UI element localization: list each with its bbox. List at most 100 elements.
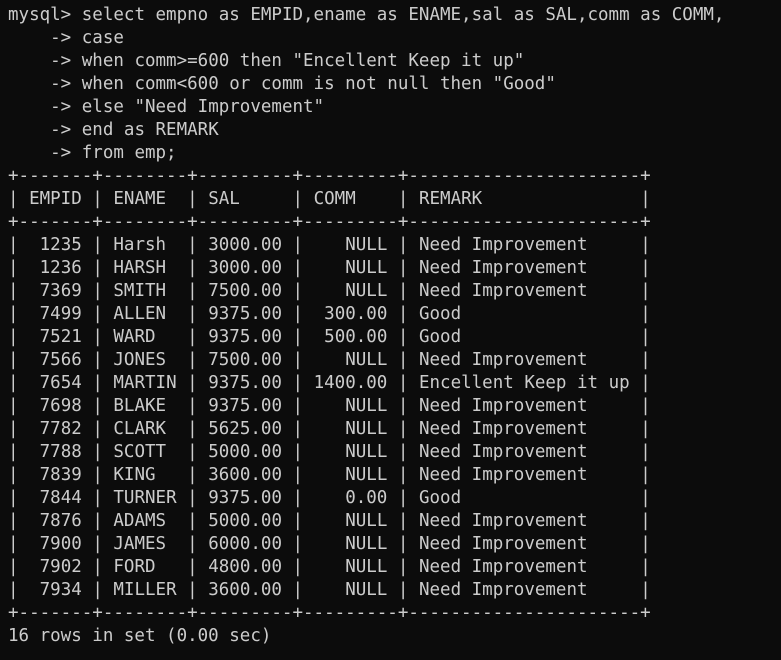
query-line: from emp; [81,143,177,163]
table-cell-ename: WARD [113,327,156,347]
table-cell-remark: Need Improvement [418,396,588,416]
table-row: | 7369 | SMITH | 7500.00 | NULL | Need I… [8,281,651,301]
table-cell-ename: CLARK [113,419,167,439]
table-row: | 7902 | FORD | 4800.00 | NULL | Need Im… [8,557,651,577]
table-cell-empid: 1236 [39,258,82,278]
table-row: | 7521 | WARD | 9375.00 | 500.00 | Good … [8,327,651,347]
table-cell-ename: MILLER [113,580,177,600]
table-row: | 7934 | MILLER | 3600.00 | NULL | Need … [8,580,651,600]
column-header-comm: COMM [313,189,356,209]
table-cell-ename: HARSH [113,258,167,278]
continuation-line: -> from emp; [8,142,781,165]
table-cell-empid: 7782 [39,419,82,439]
table-cell-empid: 1235 [39,235,82,255]
table-cell-comm: NULL [345,281,388,301]
continuation-line: -> else "Need Improvement" [8,96,781,119]
table-cell-remark: Good [418,488,462,508]
table-cell-ename: KING [113,465,156,485]
table-cell-remark: Need Improvement [418,350,588,370]
table-cell-sal: 4800.00 [208,557,282,577]
table-row: | 7844 | TURNER | 9375.00 | 0.00 | Good … [8,488,651,508]
table-cell-remark: Need Improvement [418,281,588,301]
continuation-prompt: -> [8,51,82,71]
table-cell-empid: 7369 [39,281,82,301]
table-cell-empid: 7566 [39,350,82,370]
continuation-prompt: -> [8,74,82,94]
table-cell-sal: 3600.00 [208,465,282,485]
table-cell-remark: Good [418,304,462,324]
table-cell-sal: 7500.00 [208,281,282,301]
table-cell-empid: 7839 [39,465,82,485]
query-line: when comm<600 or comm is not null then "… [81,74,556,94]
table-cell-sal: 5000.00 [208,442,282,462]
table-cell-empid: 7654 [39,373,82,393]
continuation-line: -> when comm>=600 then "Encellent Keep i… [8,50,781,73]
table-cell-remark: Need Improvement [418,442,588,462]
table-cell-ename: SCOTT [113,442,167,462]
table-cell-empid: 7900 [39,534,82,554]
table-cell-sal: 3000.00 [208,258,282,278]
table-cell-ename: ADAMS [113,511,167,531]
continuation-prompt: -> [8,97,82,117]
table-cell-sal: 9375.00 [208,373,282,393]
table-cell-sal: 5625.00 [208,419,282,439]
query-line: select empno as EMPID,ename as ENAME,sal… [81,5,725,25]
table-cell-sal: 5000.00 [208,511,282,531]
table-cell-comm: NULL [345,235,388,255]
table-cell-remark: Need Improvement [418,511,588,531]
query-line: when comm>=600 then "Encellent Keep it u… [81,51,525,71]
table-cell-ename: Harsh [113,235,167,255]
table-cell-empid: 7499 [39,304,82,324]
table-cell-comm: NULL [345,419,388,439]
table-row: | 1236 | HARSH | 3000.00 | NULL | Need I… [8,258,651,278]
table-border: +-------+--------+---------+---------+--… [8,166,651,186]
table-cell-remark: Need Improvement [418,534,588,554]
table-row: | 1235 | Harsh | 3000.00 | NULL | Need I… [8,235,651,255]
table-cell-ename: FORD [113,557,156,577]
table-cell-ename: MARTIN [113,373,177,393]
table-cell-remark: Encellent Keep it up [418,373,630,393]
table-cell-comm: NULL [345,580,388,600]
table-cell-comm: NULL [345,511,388,531]
table-header: | EMPID | ENAME | SAL | COMM | REMARK | [8,189,651,209]
continuation-prompt: -> [8,143,82,163]
table-cell-ename: ALLEN [113,304,167,324]
table-row: | 7499 | ALLEN | 9375.00 | 300.00 | Good… [8,304,651,324]
table-cell-sal: 9375.00 [208,396,282,416]
continuation-line: -> case [8,27,781,50]
table-cell-sal: 3000.00 [208,235,282,255]
table-cell-remark: Need Improvement [418,419,588,439]
query-line: case [81,28,124,48]
table-cell-ename: JAMES [113,534,167,554]
table-cell-comm: 0.00 [345,488,388,508]
table-cell-comm: NULL [345,396,388,416]
mysql-prompt: mysql> [8,5,82,25]
query-line: end as REMARK [81,120,219,140]
table-cell-sal: 9375.00 [208,488,282,508]
table-cell-comm: NULL [345,465,388,485]
table-cell-empid: 7521 [39,327,82,347]
table-cell-remark: Need Improvement [418,235,588,255]
table-cell-ename: BLAKE [113,396,167,416]
result-table: +-------+--------+---------+---------+--… [8,165,781,625]
table-cell-empid: 7788 [39,442,82,462]
terminal-window[interactable]: mysql> select empno as EMPID,ename as EN… [0,0,781,660]
table-cell-sal: 9375.00 [208,327,282,347]
continuation-line: -> end as REMARK [8,119,781,142]
continuation-line: -> when comm<600 or comm is not null the… [8,73,781,96]
table-cell-remark: Need Improvement [418,465,588,485]
prompt-line: mysql> select empno as EMPID,ename as EN… [8,4,781,27]
table-cell-comm: NULL [345,442,388,462]
table-cell-sal: 9375.00 [208,304,282,324]
table-cell-comm: 1400.00 [313,373,388,393]
table-cell-ename: SMITH [113,281,167,301]
table-cell-empid: 7934 [39,580,82,600]
table-row: | 7654 | MARTIN | 9375.00 | 1400.00 | En… [8,373,651,393]
table-cell-ename: JONES [113,350,167,370]
table-row: | 7839 | KING | 3600.00 | NULL | Need Im… [8,465,651,485]
table-cell-comm: NULL [345,534,388,554]
continuation-prompt: -> [8,120,82,140]
table-cell-sal: 3600.00 [208,580,282,600]
continuation-prompt: -> [8,28,82,48]
table-cell-empid: 7844 [39,488,82,508]
